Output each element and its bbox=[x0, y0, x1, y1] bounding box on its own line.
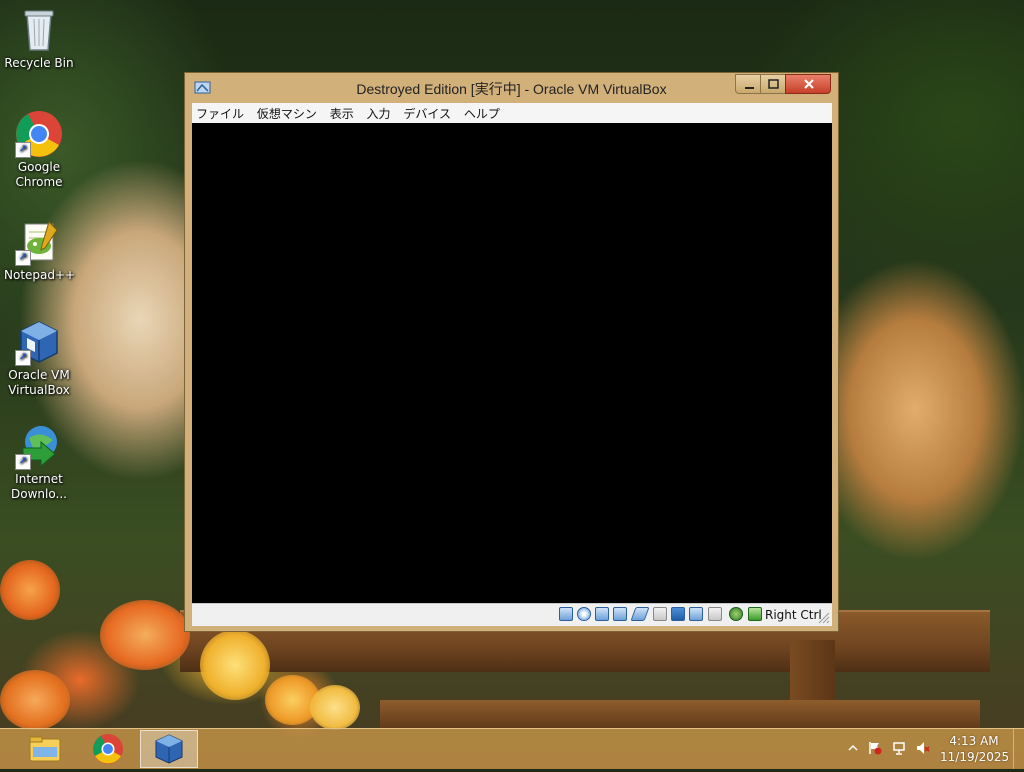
virtualbox-icon: ↗ bbox=[15, 318, 63, 366]
taskbar: 4:13 AM 11/19/2025 bbox=[0, 728, 1024, 769]
usb-icon[interactable] bbox=[630, 607, 650, 621]
file-explorer-icon bbox=[29, 736, 61, 762]
wallpaper-crate-rail bbox=[380, 700, 980, 730]
menu-input[interactable]: 入力 bbox=[363, 103, 396, 123]
close-icon bbox=[804, 79, 814, 89]
clock-date: 11/19/2025 bbox=[940, 750, 1010, 764]
display-icon[interactable] bbox=[671, 607, 685, 621]
virtualbox-icon bbox=[155, 734, 183, 764]
wallpaper-flower bbox=[0, 670, 70, 730]
shortcut-arrow-icon: ↗ bbox=[15, 250, 31, 266]
minimize-button[interactable] bbox=[735, 74, 761, 94]
audio-icon[interactable] bbox=[595, 607, 609, 621]
chrome-icon: ↗ bbox=[15, 110, 63, 158]
host-key-label: Right Ctrl bbox=[765, 608, 822, 622]
resize-grip-icon[interactable] bbox=[818, 612, 830, 624]
optical-drive-icon[interactable] bbox=[577, 607, 591, 621]
desktop-icon-internet-download-manager[interactable]: ↗ Internet Downlo... bbox=[4, 422, 74, 502]
menu-view[interactable]: 表示 bbox=[326, 103, 359, 123]
close-button[interactable] bbox=[785, 74, 831, 94]
shortcut-arrow-icon: ↗ bbox=[15, 454, 31, 470]
vm-display[interactable] bbox=[192, 123, 832, 603]
vm-statusbar: Right Ctrl bbox=[192, 603, 832, 626]
host-key-icon[interactable] bbox=[748, 607, 762, 621]
desktop-icon-label: Recycle Bin bbox=[4, 56, 74, 70]
desktop-icon-label: Google Chrome bbox=[15, 160, 63, 189]
menu-devices[interactable]: デバイス bbox=[399, 103, 456, 123]
video-capture-icon[interactable] bbox=[689, 607, 703, 621]
virtualbox-vm-window[interactable]: Destroyed Edition [実行中] - Oracle VM Virt… bbox=[184, 72, 839, 632]
wallpaper-flower bbox=[310, 685, 360, 730]
clock-time: 4:13 AM bbox=[949, 734, 999, 748]
internet-download-manager-icon: ↗ bbox=[15, 422, 63, 470]
desktop-icon-label: Notepad++ bbox=[4, 268, 76, 282]
show-hidden-icons-icon[interactable] bbox=[846, 741, 860, 755]
notepad-plus-plus-icon: ↗ bbox=[15, 218, 63, 266]
wallpaper-flower bbox=[0, 560, 60, 620]
shortcut-arrow-icon: ↗ bbox=[15, 350, 31, 366]
menu-help[interactable]: ヘルプ bbox=[460, 103, 505, 123]
recycle-bin-icon bbox=[15, 6, 63, 54]
wallpaper-flower bbox=[200, 630, 270, 700]
shortcut-arrow-icon: ↗ bbox=[15, 142, 31, 158]
minimize-icon bbox=[745, 87, 754, 89]
window-titlebar[interactable]: Destroyed Edition [実行中] - Oracle VM Virt… bbox=[185, 73, 838, 103]
taskbar-clock[interactable]: 4:13 AM 11/19/2025 bbox=[940, 733, 1010, 765]
taskbar-virtualbox-button[interactable] bbox=[140, 730, 198, 768]
desktop-icon-notepad-plus-plus[interactable]: ↗ Notepad++ bbox=[4, 218, 76, 283]
chrome-icon bbox=[93, 734, 123, 764]
maximize-button[interactable] bbox=[760, 74, 786, 94]
taskbar-file-explorer-button[interactable] bbox=[16, 730, 74, 768]
shared-folders-icon[interactable] bbox=[653, 607, 667, 621]
maximize-icon bbox=[768, 79, 779, 89]
desktop-icon-virtualbox[interactable]: ↗ Oracle VM VirtualBox bbox=[4, 318, 74, 398]
taskbar-chrome-button[interactable] bbox=[79, 730, 137, 768]
desktop-icon-chrome[interactable]: ↗ Google Chrome bbox=[4, 110, 74, 190]
network-status-icon[interactable] bbox=[892, 741, 906, 755]
show-desktop-button[interactable] bbox=[1013, 729, 1024, 769]
wallpaper-flower bbox=[100, 600, 190, 670]
menu-file[interactable]: ファイル bbox=[192, 103, 249, 123]
desktop-icon-label: Oracle VM VirtualBox bbox=[8, 368, 70, 397]
mouse-integration-icon[interactable] bbox=[708, 607, 722, 621]
desktop-icon-label: Internet Downlo... bbox=[11, 472, 67, 501]
menu-machine[interactable]: 仮想マシン bbox=[253, 103, 322, 123]
action-center-flag-icon[interactable] bbox=[868, 741, 882, 755]
hard-disk-icon[interactable] bbox=[559, 607, 573, 621]
desktop-icon-recycle-bin[interactable]: Recycle Bin bbox=[4, 6, 74, 71]
network-icon[interactable] bbox=[613, 607, 627, 621]
vm-menubar: ファイル 仮想マシン 表示 入力 デバイス ヘルプ bbox=[192, 103, 832, 123]
guest-additions-icon[interactable] bbox=[729, 607, 743, 621]
volume-muted-icon[interactable] bbox=[916, 741, 930, 755]
